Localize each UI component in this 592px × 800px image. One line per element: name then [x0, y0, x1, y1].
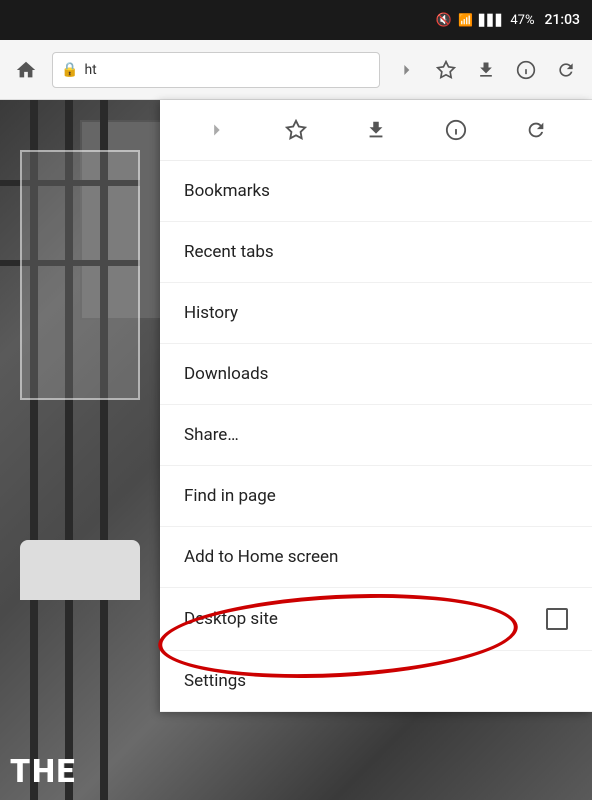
menu-item-history[interactable]: History	[160, 283, 592, 344]
menu-item-label-add-to-home: Add to Home screen	[184, 547, 338, 567]
menu-item-share[interactable]: Share…	[160, 405, 592, 466]
menu-item-add-to-home[interactable]: Add to Home screen	[160, 527, 592, 588]
battery-text: 47%	[510, 13, 534, 28]
menu-info-button[interactable]	[434, 108, 478, 152]
reload-button[interactable]	[548, 52, 584, 88]
menu-item-label-desktop-site: Desktop site	[184, 609, 278, 629]
menu-items-container: Bookmarks Recent tabs History Downloads Shar…	[160, 161, 592, 712]
info-button[interactable]	[508, 52, 544, 88]
menu-item-label-bookmarks: Bookmarks	[184, 181, 270, 201]
menu-item-bookmarks[interactable]: Bookmarks	[160, 161, 592, 222]
lock-icon: 🔒	[61, 62, 78, 78]
address-bar[interactable]: 🔒 ht	[52, 52, 380, 88]
url-text: ht	[84, 62, 96, 78]
page-the-label: THE	[10, 752, 77, 790]
wifi-icon: 📶	[458, 13, 473, 27]
menu-item-recent-tabs[interactable]: Recent tabs	[160, 222, 592, 283]
bookmark-button[interactable]	[428, 52, 464, 88]
menu-item-desktop-site[interactable]: Desktop site	[160, 588, 592, 651]
menu-item-label-history: History	[184, 303, 238, 323]
home-button[interactable]	[8, 52, 44, 88]
status-icons: 🔇 📶 ▋▋▋ 47% 21:03	[436, 12, 580, 28]
status-bar: 🔇 📶 ▋▋▋ 47% 21:03	[0, 0, 592, 40]
menu-item-find-in-page[interactable]: Find in page	[160, 466, 592, 527]
status-time: 21:03	[544, 12, 580, 28]
menu-item-label-share: Share…	[184, 425, 239, 445]
menu-reload-button[interactable]	[514, 108, 558, 152]
menu-bookmark-button[interactable]	[274, 108, 318, 152]
menu-item-downloads[interactable]: Downloads	[160, 344, 592, 405]
menu-item-settings[interactable]: Settings	[160, 651, 592, 712]
menu-item-label-recent-tabs: Recent tabs	[184, 242, 274, 262]
menu-item-label-downloads: Downloads	[184, 364, 268, 384]
menu-toolbar	[160, 100, 592, 161]
menu-download-button[interactable]	[354, 108, 398, 152]
mute-icon: 🔇	[436, 13, 452, 28]
menu-item-label-find-in-page: Find in page	[184, 486, 276, 506]
browser-actions	[388, 52, 584, 88]
menu-forward-button[interactable]	[194, 108, 238, 152]
forward-button[interactable]	[388, 52, 424, 88]
signal-icon: ▋▋▋	[479, 14, 504, 27]
menu-item-label-settings: Settings	[184, 671, 246, 691]
download-button[interactable]	[468, 52, 504, 88]
dropdown-menu: Bookmarks Recent tabs History Downloads Shar…	[160, 100, 592, 712]
browser-chrome: 🔒 ht	[0, 40, 592, 100]
desktop-site-checkbox[interactable]	[546, 608, 568, 630]
